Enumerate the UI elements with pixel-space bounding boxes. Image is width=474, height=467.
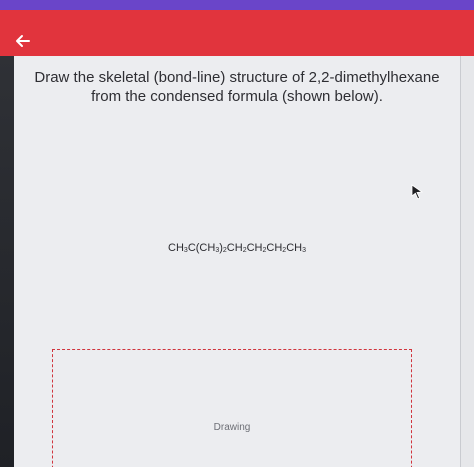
question-line-2: from the condensed formula (shown below)… <box>91 88 383 105</box>
formula-part: CH <box>168 242 184 254</box>
right-rail <box>460 56 474 467</box>
formula-part: CH <box>266 242 283 254</box>
question-line-1: Draw the skeletal (bond-line) structure … <box>34 69 440 86</box>
left-frame <box>0 56 14 467</box>
mouse-pointer-icon <box>411 184 424 200</box>
question-panel: Draw the skeletal (bond-line) structure … <box>14 56 460 467</box>
drawing-label: Drawing <box>213 422 251 433</box>
formula-part: CH <box>226 242 243 254</box>
header-bar <box>0 10 474 56</box>
formula-subscript: 3 <box>302 247 306 254</box>
top-strip <box>0 0 474 10</box>
question-text: Draw the skeletal (bond-line) structure … <box>14 68 460 106</box>
formula-part: C(CH <box>187 242 216 254</box>
arrow-left-icon <box>16 35 30 47</box>
formula-part: CH <box>286 242 303 254</box>
condensed-formula: CH3C(CH3)2CH2CH2CH2CH3 <box>14 242 460 254</box>
back-button[interactable] <box>8 26 38 56</box>
drawing-canvas[interactable]: Drawing <box>52 349 412 467</box>
formula-part: CH <box>246 242 263 254</box>
